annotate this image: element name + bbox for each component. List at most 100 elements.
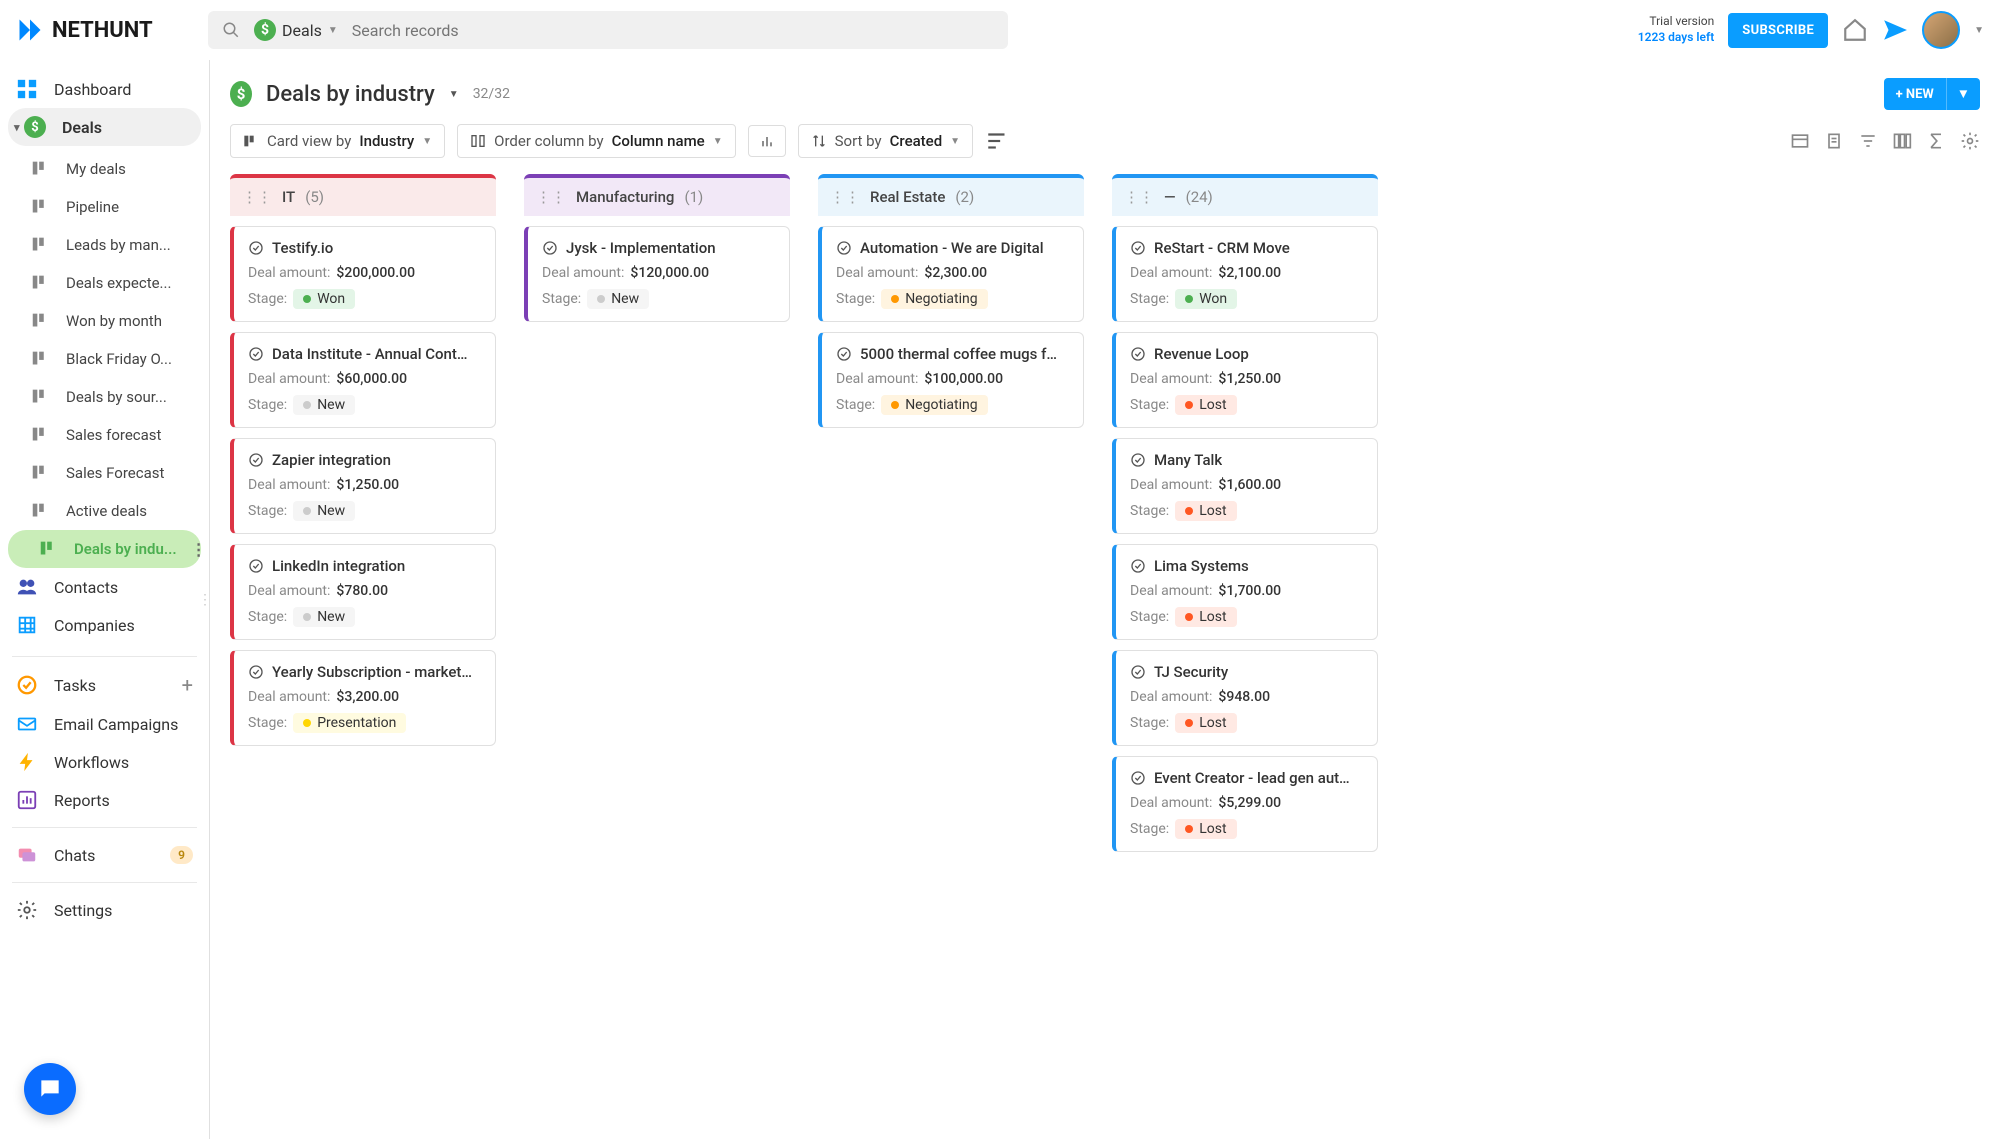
sidebar-deals-label: Deals — [62, 118, 102, 137]
column-header[interactable]: ⋮⋮IT(5) — [230, 174, 496, 216]
deal-card[interactable]: ReStart - CRM MoveDeal amount: $2,100.00… — [1112, 226, 1378, 322]
sidebar-view-item[interactable]: Leads by man... — [0, 226, 209, 264]
settings-icon[interactable] — [1960, 131, 1980, 151]
add-task-icon[interactable]: + — [182, 673, 193, 697]
sidebar-settings[interactable]: Settings — [0, 891, 209, 929]
sidebar-resize-handle[interactable]: ⋮ — [198, 592, 210, 608]
card-view-selector[interactable]: Card view by Industry ▼ — [230, 124, 445, 158]
deal-card[interactable]: Zapier integrationDeal amount: $1,250.00… — [230, 438, 496, 534]
stage-dot-icon — [303, 401, 311, 409]
sidebar-view-item[interactable]: Pipeline — [0, 188, 209, 226]
column-header[interactable]: ⋮⋮—(24) — [1112, 174, 1378, 216]
sort-selector[interactable]: Sort by Created ▼ — [798, 124, 973, 158]
send-icon[interactable] — [1882, 17, 1908, 43]
deal-card[interactable]: Testify.ioDeal amount: $200,000.00Stage:… — [230, 226, 496, 322]
search-bar[interactable]: $ Deals ▼ — [208, 11, 1008, 49]
sidebar-deals[interactable]: ▾ $ Deals — [8, 108, 201, 146]
stage-label: Stage: — [248, 397, 287, 413]
view-dollar-icon: $ — [230, 83, 252, 105]
order-column-selector[interactable]: Order column by Column name ▼ — [457, 124, 735, 158]
deal-card[interactable]: Event Creator - lead gen automa...Deal a… — [1112, 756, 1378, 852]
sidebar-view-item[interactable]: Sales forecast — [0, 416, 209, 454]
clipboard-icon[interactable] — [1824, 131, 1844, 151]
amount-label: Deal amount: — [1130, 689, 1212, 705]
filter-icon[interactable] — [1858, 131, 1878, 151]
sidebar-view-item[interactable]: Deals by indu...⋮ — [8, 530, 201, 568]
card-title: 5000 thermal coffee mugs for N... — [860, 345, 1060, 363]
sidebar-view-item[interactable]: Active deals — [0, 492, 209, 530]
column-header[interactable]: ⋮⋮Real Estate(2) — [818, 174, 1084, 216]
card-layout-icon[interactable] — [1790, 131, 1810, 151]
sidebar-dashboard[interactable]: Dashboard — [0, 70, 209, 108]
stage-pill: Lost — [1175, 713, 1236, 733]
stage-label: Stage: — [248, 291, 287, 307]
user-avatar[interactable] — [1922, 11, 1960, 49]
chat-fab[interactable] — [24, 1063, 76, 1115]
sidebar-workflows[interactable]: Workflows — [0, 743, 209, 781]
gear-icon — [16, 899, 38, 921]
card-title: Automation - We are Digital — [860, 239, 1044, 257]
stage-pill: Negotiating — [881, 395, 987, 415]
check-circle-icon — [1130, 664, 1146, 680]
stage-label: Stage: — [248, 715, 287, 731]
search-scope[interactable]: $ Deals ▼ — [254, 19, 338, 41]
home-icon[interactable] — [1842, 17, 1868, 43]
sort-lines-icon[interactable] — [985, 128, 1011, 154]
grip-icon[interactable]: ⋮⋮ — [242, 188, 272, 206]
sidebar-view-item[interactable]: My deals — [0, 150, 209, 188]
column-name: Manufacturing — [576, 188, 674, 206]
sidebar-view-item[interactable]: Deals expecte... — [0, 264, 209, 302]
amount-label: Deal amount: — [248, 371, 330, 387]
sidebar-companies[interactable]: Companies — [0, 606, 209, 644]
deal-card[interactable]: Lima SystemsDeal amount: $1,700.00Stage:… — [1112, 544, 1378, 640]
new-button-dropdown[interactable]: ▼ — [1946, 78, 1980, 110]
subscribe-button[interactable]: SUBSCRIBE — [1728, 13, 1828, 48]
deal-card[interactable]: TJ SecurityDeal amount: $948.00Stage: Lo… — [1112, 650, 1378, 746]
sidebar-view-item[interactable]: Black Friday O... — [0, 340, 209, 378]
dollar-icon: $ — [24, 116, 46, 138]
sidebar-chats[interactable]: Chats 9 — [0, 836, 209, 874]
stage-dot-icon — [1185, 613, 1193, 621]
deal-card[interactable]: LinkedIn integrationDeal amount: $780.00… — [230, 544, 496, 640]
sidebar-contacts[interactable]: Contacts — [0, 568, 209, 606]
sidebar-tasks[interactable]: Tasks + — [0, 665, 209, 705]
check-circle-icon — [1130, 770, 1146, 786]
trial-info: Trial version 1223 days left — [1638, 14, 1715, 45]
sidebar-reports[interactable]: Reports — [0, 781, 209, 819]
new-button[interactable]: + NEW — [1884, 78, 1946, 110]
stats-button[interactable] — [748, 125, 786, 157]
order-prefix: Order column by — [494, 132, 603, 150]
card-view-value: Industry — [359, 132, 414, 150]
sidebar-view-item[interactable]: Deals by sour... — [0, 378, 209, 416]
amount-value: $100,000.00 — [924, 371, 1003, 387]
user-menu-chevron-icon[interactable]: ▼ — [1974, 25, 1984, 36]
grip-icon[interactable]: ⋮⋮ — [830, 188, 860, 206]
view-dropdown-icon[interactable]: ▼ — [449, 89, 459, 100]
brand-logo[interactable]: NETHUNT — [16, 16, 196, 44]
deal-card[interactable]: Yearly Subscription - marketing t...Deal… — [230, 650, 496, 746]
deal-card[interactable]: Revenue LoopDeal amount: $1,250.00Stage:… — [1112, 332, 1378, 428]
amount-label: Deal amount: — [836, 371, 918, 387]
deal-card[interactable]: Jysk - ImplementationDeal amount: $120,0… — [524, 226, 790, 322]
deal-card[interactable]: Many TalkDeal amount: $1,600.00Stage: Lo… — [1112, 438, 1378, 534]
stage-dot-icon — [1185, 507, 1193, 515]
deal-card[interactable]: 5000 thermal coffee mugs for N... Deal am… — [818, 332, 1084, 428]
search-input[interactable] — [352, 21, 994, 40]
view-menu-icon[interactable]: ⋮ — [191, 540, 207, 559]
sigma-icon[interactable] — [1926, 131, 1946, 151]
amount-label: Deal amount: — [248, 689, 330, 705]
grip-icon[interactable]: ⋮⋮ — [1124, 188, 1154, 206]
sidebar-reports-label: Reports — [54, 791, 110, 810]
columns-config-icon[interactable] — [1892, 131, 1912, 151]
deal-card[interactable]: Automation - We are DigitalDeal amount: … — [818, 226, 1084, 322]
sidebar-view-item[interactable]: Sales Forecast — [0, 454, 209, 492]
sidebar-email[interactable]: Email Campaigns — [0, 705, 209, 743]
sidebar-view-item[interactable]: Won by month — [0, 302, 209, 340]
kanban-icon — [30, 424, 52, 446]
amount-label: Deal amount: — [248, 265, 330, 281]
sidebar-view-label: Leads by man... — [66, 236, 171, 254]
column-header[interactable]: ⋮⋮Manufacturing(1) — [524, 174, 790, 216]
kanban-icon — [30, 158, 52, 180]
grip-icon[interactable]: ⋮⋮ — [536, 188, 566, 206]
deal-card[interactable]: Data Institute - Annual ContractDeal amo… — [230, 332, 496, 428]
